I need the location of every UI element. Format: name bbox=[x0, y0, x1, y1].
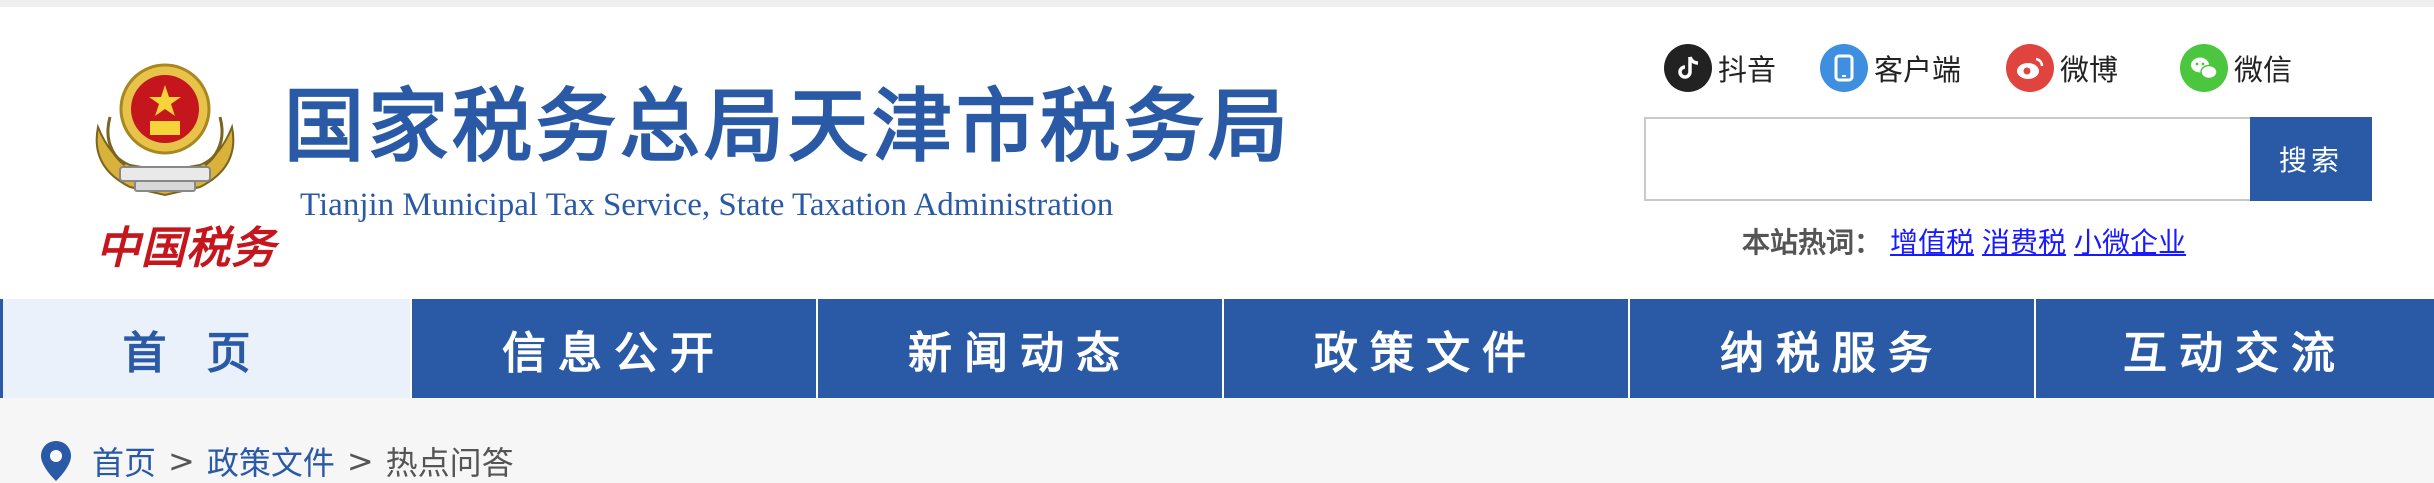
social-link-app[interactable]: 客户端 bbox=[1820, 43, 1961, 93]
breadcrumb-current: 热点问答 bbox=[385, 444, 514, 482]
hot-keywords-label: 本站热词： bbox=[1742, 226, 1883, 259]
weibo-icon bbox=[2006, 44, 2054, 92]
social-label: 微博 bbox=[2060, 53, 2119, 87]
breadcrumb-separator: > bbox=[168, 442, 195, 480]
emblem-caption: 中国税务 bbox=[96, 223, 276, 274]
breadcrumb-home-link[interactable]: 首页 bbox=[92, 438, 156, 483]
social-label: 抖音 bbox=[1718, 53, 1777, 87]
social-label: 客户端 bbox=[1874, 53, 1962, 87]
wechat-icon bbox=[2180, 44, 2228, 92]
site-subtitle: Tianjin Municipal Tax Service, State Tax… bbox=[300, 187, 1114, 223]
hot-keyword-link[interactable]: 增值税 bbox=[1890, 226, 1974, 259]
hot-keyword-link[interactable]: 消费税 bbox=[1982, 226, 2066, 259]
social-link-douyin[interactable]: 抖音 bbox=[1664, 43, 1776, 93]
main-nav: 首页 信息公开 新闻动态 政策文件 纳税服务 互动交流 bbox=[0, 299, 2434, 398]
breadcrumb-area: 首页 > 政策文件 > 热点问答 bbox=[0, 398, 2434, 483]
site-title[interactable]: 国家税务总局天津市税务局 bbox=[284, 87, 1292, 167]
national-emblem-icon bbox=[95, 63, 235, 197]
nav-item-news[interactable]: 新闻动态 bbox=[818, 299, 1224, 398]
location-pin-icon bbox=[41, 441, 71, 481]
nav-item-tax-service[interactable]: 纳税服务 bbox=[1630, 299, 2036, 398]
breadcrumb-separator: > bbox=[346, 442, 374, 480]
top-strip bbox=[0, 0, 2434, 7]
breadcrumb: 首页 > 政策文件 > 热点问答 bbox=[38, 438, 514, 483]
nav-item-policy[interactable]: 政策文件 bbox=[1224, 299, 1630, 398]
social-link-weibo[interactable]: 微博 bbox=[2006, 43, 2118, 93]
hot-keywords: 本站热词： 增值税 消费税 小微企业 bbox=[1742, 221, 2186, 261]
mobile-app-icon bbox=[1820, 44, 1868, 92]
site-header: 中国税务 国家税务总局天津市税务局 Tianjin Municipal Tax … bbox=[0, 7, 2434, 299]
social-label: 微信 bbox=[2234, 53, 2293, 87]
breadcrumb-policy-link[interactable]: 政策文件 bbox=[207, 438, 335, 483]
nav-item-home[interactable]: 首页 bbox=[0, 299, 412, 398]
hot-keyword-link[interactable]: 小微企业 bbox=[2074, 226, 2186, 259]
search-input[interactable] bbox=[1644, 117, 2252, 201]
nav-item-interaction[interactable]: 互动交流 bbox=[2036, 299, 2434, 398]
social-link-wechat[interactable]: 微信 bbox=[2180, 43, 2292, 93]
douyin-icon bbox=[1664, 44, 1712, 92]
search-button[interactable]: 搜索 bbox=[2250, 117, 2372, 201]
nav-item-info-disclosure[interactable]: 信息公开 bbox=[412, 299, 818, 398]
